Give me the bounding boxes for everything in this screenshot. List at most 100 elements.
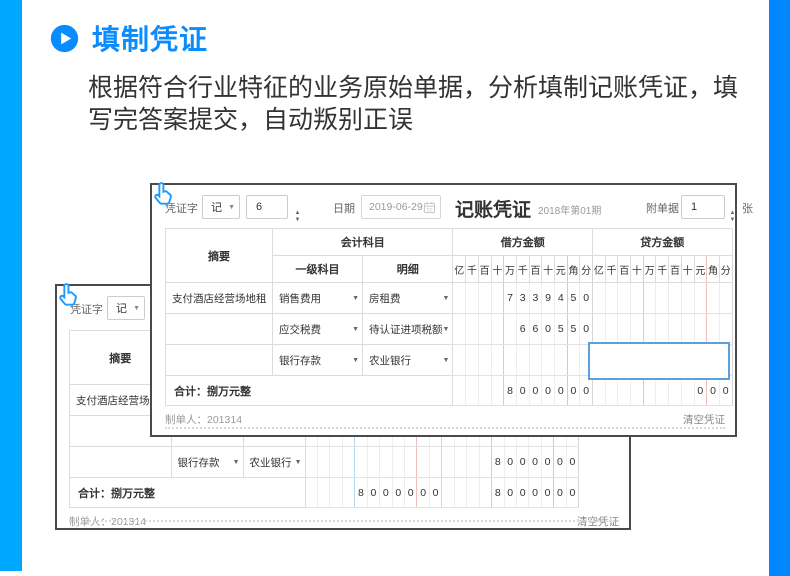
subject-cell[interactable]: 销售费用 ▼ [272,282,363,314]
detail-text: 农业银行 [369,354,411,367]
debit-digit-cell [329,446,343,478]
debit-digit-cell [304,446,318,478]
credit-amount-header: 贷方金额 [592,228,733,256]
summary-cell[interactable] [165,313,273,345]
credit-digit-cell [441,446,455,478]
digit-column-header: 十 [680,255,695,283]
detail-text: 房租费 [369,292,401,305]
total-label-cell: 合计：捌万元整 [164,375,454,406]
chevron-down-icon[interactable]: ▼ [352,326,359,333]
debit-digit-cell: 5 [566,282,581,314]
attach-unit-label: 张 [742,203,753,215]
subject-cell[interactable]: 银行存款 ▼ [170,446,244,478]
digit-column-header: 元 [693,255,708,283]
digit-column-header: 千 [465,255,479,283]
voucher-type-value: 记 [211,202,222,214]
calendar-icon[interactable] [423,201,436,214]
total-credit-digit-cell [478,477,493,508]
chevron-down-icon[interactable]: ▼ [233,459,240,466]
subject-text: 银行存款 [279,354,321,367]
total-row: 合计：捌万元整 8 0 0 0 0 0 0 8 0 0 0 0 0 0 [69,477,580,508]
stepper-up-icon[interactable]: ▲ [726,210,739,217]
voucher-period: 2018年第01期 [538,206,602,217]
debit-digit-cell: 0 [579,313,593,345]
voucher-number-stepper[interactable]: ▲▼ [291,206,304,228]
credit-digit-cell [718,282,733,314]
voucher-front: 凭证字记 ▼ 6 ▲ ▼ 日期 2019-06-29 记账凭证 2018年第01期 附单据 1 ▲ ▼ 张… [150,182,753,437]
total-credit-digit-cell: 8 [491,477,505,508]
total-credit-digit-cell [642,375,657,406]
debit-digit-cell [452,344,467,376]
digit-column-header: 角 [706,255,720,283]
total-credit-digit-cell [592,375,606,406]
digit-column-header: 亿 [452,255,467,283]
debit-digit-cell: 3 [515,282,530,314]
credit-digit-cell [668,313,682,345]
credit-digit-cell [706,313,720,345]
total-credit-digit-cell [466,477,480,508]
footer-dotted-divider [165,427,725,429]
total-credit-digit-cell: 0 [706,375,720,406]
attach-count-stepper[interactable]: ▲ ▼ [726,206,739,228]
stepper-up-icon[interactable]: ▲ [291,210,304,217]
clear-voucher-button[interactable]: 清空凭证 [683,412,725,427]
detail-cell[interactable]: 农业银行 ▼ [361,344,454,376]
voucher-number-input[interactable]: 6 [246,195,288,219]
chevron-down-icon[interactable]: ▼ [352,357,359,364]
stepper-down-icon[interactable]: ▼ [291,217,304,224]
credit-digit-cell [453,446,468,478]
subject-cell[interactable]: 应交税费 ▼ [272,313,363,345]
voucher-number-value: 6 [256,201,263,213]
footer-dotted-divider [69,520,619,522]
chevron-down-icon[interactable]: ▼ [443,357,450,364]
debit-digit-cell [503,313,517,345]
debit-digit-cell [391,446,406,478]
detail-text: 待认证进项税额 [369,323,443,336]
credit-digit-cell: 0 [503,446,517,478]
total-debit-digit-cell [304,477,318,508]
total-credit-digit-cell: 0 [693,375,708,406]
total-credit-digit-cell [453,477,468,508]
debit-digit-cell [490,282,505,314]
total-credit-digit-cell [668,375,682,406]
detail-cell[interactable]: 待认证进项税额 ▼ [361,313,454,345]
total-credit-digit-cell: 0 [503,477,517,508]
detail-cell[interactable]: 农业银行 ▼ [242,446,306,478]
pointer-hand-icon [154,182,172,205]
debit-digit-cell [553,344,568,376]
total-debit-digit-cell: 0 [579,375,593,406]
debit-digit-cell [379,446,393,478]
credit-digit-cell: 0 [528,446,542,478]
summary-cell[interactable] [165,344,273,376]
voucher-type-select[interactable]: 记 ▼ [202,195,240,219]
attach-count-input[interactable]: 1 [681,195,725,219]
digit-column-header: 百 [668,255,682,283]
debit-digit-cell [541,344,555,376]
total-debit-digit-cell: 0 [416,477,430,508]
detail-cell[interactable]: 房租费 ▼ [361,282,454,314]
date-input[interactable]: 2019-06-29 [361,195,441,219]
total-debit-digit-cell [465,375,479,406]
page-title: 填制凭证 [92,24,209,55]
voucher-type-select[interactable]: 记 ▼ [107,296,145,320]
chevron-down-icon[interactable]: ▼ [443,326,450,333]
summary-cell[interactable] [69,446,172,478]
section-header: 填制凭证 [50,18,208,58]
subject-cell[interactable]: 银行存款 ▼ [272,344,363,376]
credit-amount-input[interactable] [587,342,731,380]
credit-digit-cell [680,313,695,345]
summary-cell[interactable]: 支付酒店经营场地租 [165,282,273,314]
credit-digit-cell [630,313,644,345]
credit-digit-cell [592,282,606,314]
debit-digit-cell [452,313,467,345]
chevron-down-icon[interactable]: ▼ [295,459,302,466]
chevron-down-icon[interactable]: ▼ [352,295,359,302]
debit-digit-cell [503,344,517,376]
debit-digit-cell: 7 [503,282,517,314]
credit-digit-cell [592,313,606,345]
chevron-down-icon[interactable]: ▼ [443,295,450,302]
stepper-down-icon[interactable]: ▼ [726,217,739,224]
debit-digit-cell [477,344,492,376]
digit-column-header: 元 [553,255,568,283]
total-debit-digit-cell: 0 [428,477,443,508]
